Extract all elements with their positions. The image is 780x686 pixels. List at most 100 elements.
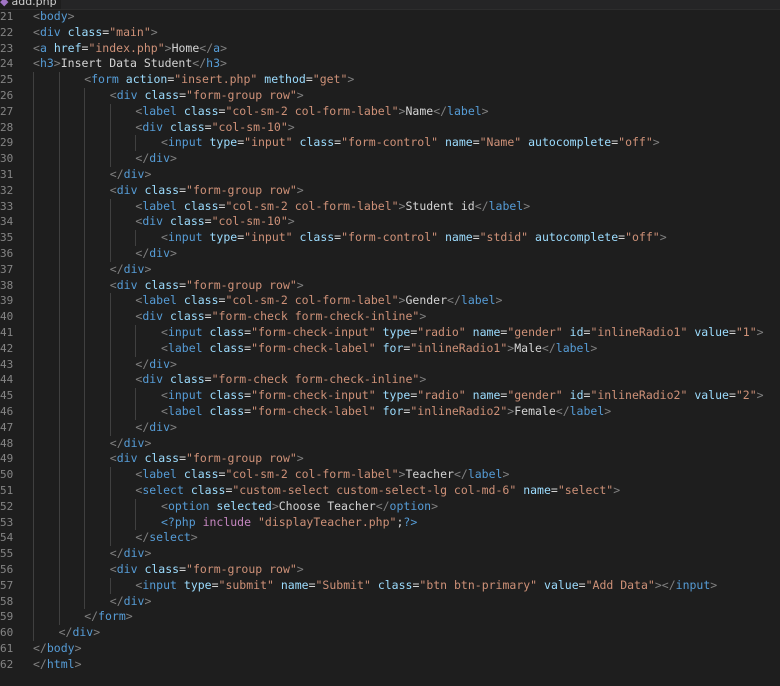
code-line[interactable]: 36 </div> xyxy=(0,246,780,262)
code-line[interactable]: 48 </div> xyxy=(0,435,780,452)
indent-guide xyxy=(58,467,60,483)
indent-guide xyxy=(33,609,34,626)
indent-guide xyxy=(33,119,34,136)
code-text: </div> xyxy=(110,262,152,278)
code-text: </div> xyxy=(110,594,152,610)
code-line[interactable]: 59 </form> xyxy=(0,609,780,626)
token-attr: class xyxy=(299,230,335,245)
code-line[interactable]: 27 <label class="col-sm-2 col-form-label"… xyxy=(0,103,780,120)
code-line[interactable]: 57 <input type="submit" name="Submit" cla… xyxy=(0,577,780,594)
code-line[interactable]: 33 <label class="col-sm-2 col-form-label"… xyxy=(0,198,780,215)
token-attr: type xyxy=(209,230,238,245)
token-eq: = xyxy=(472,230,480,245)
code-line[interactable]: 35 <input type="input" class="form-contro… xyxy=(0,230,780,246)
code-line[interactable]: 45 <input class="form-check-input" type="… xyxy=(0,388,780,404)
token-eq: = xyxy=(204,119,212,134)
token-str: "get" xyxy=(312,72,348,87)
code-line[interactable]: 58 </div> xyxy=(0,593,780,610)
token-attr: name xyxy=(472,388,501,403)
code-line[interactable]: 46 <label class="form-check-label" for="i… xyxy=(0,404,780,420)
token-br: > xyxy=(495,293,503,308)
code-line[interactable]: 54 </select> xyxy=(0,530,780,547)
indent-guide xyxy=(58,483,60,499)
token-tag: input xyxy=(167,388,203,403)
line-number: 29 xyxy=(0,136,14,150)
code-line[interactable]: 22 <div class="main"> xyxy=(0,25,780,41)
code-line[interactable]: 25 <form action="insert.php" method="get"… xyxy=(0,72,780,88)
code-text: <input class="form-check-input" type="ra… xyxy=(161,388,764,404)
code-line[interactable]: 53 <?php include "displayTeacher.php";?> xyxy=(0,514,780,531)
indent-guide xyxy=(84,593,86,610)
indent-guide xyxy=(33,546,34,562)
token-attr: class xyxy=(209,340,245,355)
code-line[interactable]: 32 <div class="form-group row"> xyxy=(0,182,780,199)
code-line[interactable]: 47 </div> xyxy=(0,419,780,436)
indent-guide xyxy=(84,404,86,420)
code-line[interactable]: 41 <input class="form-check-input" type="… xyxy=(0,325,780,341)
tab-add-php[interactable]: ◆ add.php xyxy=(0,0,61,9)
indent-guide xyxy=(84,530,86,547)
indent-guide xyxy=(109,514,111,531)
code-line[interactable]: 37 </div> xyxy=(0,261,780,278)
token-attr: class xyxy=(144,182,180,197)
code-line[interactable]: 55 </div> xyxy=(0,546,780,562)
indent-guide xyxy=(84,562,86,578)
indent-guide xyxy=(58,372,60,389)
indent-guide xyxy=(109,530,111,547)
token-str: "form-control" xyxy=(341,230,439,245)
code-line[interactable]: 56 <div class="form-group row"> xyxy=(0,562,780,578)
line-number: 52 xyxy=(0,499,14,513)
token-attr: class xyxy=(170,214,205,229)
code-text: </form> xyxy=(84,609,133,625)
code-line[interactable]: 60 </div> xyxy=(0,625,780,641)
token-attr: action xyxy=(125,72,168,87)
token-tag: div xyxy=(116,88,138,102)
line-number: 23 xyxy=(0,41,14,55)
code-line[interactable]: 39 <label class="col-sm-2 col-form-label"… xyxy=(0,293,780,310)
code-line[interactable]: 24 <h3>Insert Data Student</h3> xyxy=(0,56,780,72)
token-tag: input xyxy=(675,577,711,592)
code-line[interactable]: 50 <label class="col-sm-2 col-form-label"… xyxy=(0,467,780,483)
code-line[interactable]: 40 <div class="form-check form-check-inli… xyxy=(0,309,780,325)
code-line[interactable]: 42 <label class="form-check-label" for="i… xyxy=(0,340,780,357)
code-line[interactable]: 62 </html> xyxy=(0,657,780,673)
code-text: </div> xyxy=(110,436,152,452)
code-text: <label class="col-sm-2 col-form-label">N… xyxy=(135,104,488,120)
code-line[interactable]: 49 <div class="form-group row"> xyxy=(0,451,780,468)
code-line[interactable]: 30 </div> xyxy=(0,151,780,167)
code-line[interactable]: 21 <body> xyxy=(0,9,780,25)
token-str: "inlineRadio2" xyxy=(590,388,688,403)
code-text: <div class="form-check form-check-inline… xyxy=(135,309,426,325)
code-line[interactable]: 43 </div> xyxy=(0,356,780,373)
code-text: <div class="form-check form-check-inline… xyxy=(135,372,426,388)
line-number: 21 xyxy=(0,10,14,23)
code-editor[interactable]: 21 <body> 22 <div class="main"> 23 <a href="i… xyxy=(0,9,780,686)
code-line[interactable]: 23 <a href="index.php">Home</a> xyxy=(0,41,780,57)
token-attr: type xyxy=(382,388,411,403)
line-number: 50 xyxy=(0,468,14,482)
code-line[interactable]: 61 </body> xyxy=(0,641,780,657)
code-text: <div class="form-group row"> xyxy=(110,278,304,294)
token-br: > xyxy=(170,356,177,371)
indent-guide xyxy=(84,419,86,436)
code-line[interactable]: 34 <div class="col-sm-10"> xyxy=(0,214,780,231)
code-line[interactable]: 28 <div class="col-sm-10"> xyxy=(0,119,780,136)
token-br: </ xyxy=(109,546,124,561)
code-line[interactable]: 51 <select class="custom-select custom-se… xyxy=(0,483,780,499)
code-line[interactable]: 38 <div class="form-group row"> xyxy=(0,277,780,294)
indent-guide xyxy=(58,340,60,357)
indent-guide xyxy=(109,246,111,262)
indent-guide xyxy=(33,514,34,531)
code-line[interactable]: 29 <input type="input" class="form-contro… xyxy=(0,135,780,152)
indent-guide xyxy=(109,340,111,357)
line-number: 28 xyxy=(0,120,14,134)
code-line[interactable]: 26 <div class="form-group row"> xyxy=(0,88,780,104)
token-str: "Name" xyxy=(479,135,522,150)
code-line[interactable]: 44 <div class="form-check form-check-inli… xyxy=(0,372,780,389)
code-line[interactable]: 31 </div> xyxy=(0,167,780,183)
code-line[interactable]: 52 <option selected>Choose Teacher</optio… xyxy=(0,498,780,515)
